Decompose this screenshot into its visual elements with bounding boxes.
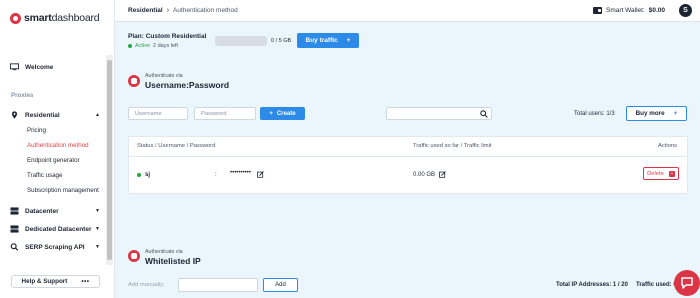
plan-title: Plan: Custom Residential [128, 33, 207, 40]
sidebar-scrollbar[interactable] [106, 55, 113, 265]
monitor-icon [10, 63, 19, 71]
user-username: sj [145, 172, 151, 178]
buy-more-button[interactable]: Buy more + [626, 106, 687, 121]
buy-more-label: Buy more [635, 110, 665, 117]
logo-icon [10, 12, 21, 24]
total-ip-addresses: Total IP Addresses: 1 / 20 [556, 282, 628, 288]
user-traffic: 0.00 GB [413, 172, 436, 178]
nav-sub-traffic-usage[interactable]: Traffic usage [27, 172, 62, 179]
avatar[interactable]: S [679, 4, 692, 17]
traffic-progress-bar [215, 36, 267, 46]
nav-datacenter-label: Datacenter [25, 207, 59, 215]
plan-days-left: 2 days left [152, 43, 179, 49]
search-icon [10, 243, 19, 251]
plan-status: Active 2 days left [128, 43, 178, 49]
logo[interactable]: smartdashboard [10, 12, 100, 24]
add-manually-label: Add manually: [128, 282, 165, 288]
more-icon: ••• [81, 278, 90, 285]
smart-wallet[interactable]: Smart Wallet: $0.00 [593, 7, 665, 14]
delete-label: Delete [647, 170, 664, 177]
chevron-down-icon[interactable]: ▼ [95, 208, 100, 214]
auth-via-label: Authenticate via [145, 249, 183, 255]
username-input[interactable]: Username [128, 107, 188, 120]
status-dot [137, 173, 141, 177]
nav-serp-label: SERP Scraping API [25, 243, 85, 251]
search-icon [480, 110, 488, 118]
search-input[interactable] [386, 107, 492, 120]
traffic-usage-text: 0 / 5 GB [271, 38, 292, 44]
create-label: Create [276, 110, 296, 117]
nav-serp-scraping-api[interactable]: SERP Scraping API [10, 243, 85, 251]
nav-residential-label: Residential [25, 111, 60, 119]
nav-section-proxies: Proxies [11, 92, 34, 99]
column-header-actions: Actions [658, 143, 678, 149]
nav-residential[interactable]: Residential [10, 111, 60, 119]
ip-address-input[interactable] [178, 278, 258, 292]
server-icon [10, 225, 19, 233]
user-password: •••••••••• [230, 170, 252, 176]
nav-dedicated-datacenter-label: Dedicated Datacenter [25, 225, 92, 233]
buy-traffic-label: Buy traffic [305, 37, 338, 44]
plus-icon: + [269, 110, 273, 117]
auth-method-title: Username:Password [145, 80, 230, 90]
logo-text: smartdashboard [24, 12, 100, 24]
chat-icon [681, 277, 693, 289]
server-icon [10, 207, 19, 215]
wallet-icon [593, 7, 602, 14]
help-support-label: Help & Support [21, 278, 68, 285]
divider [129, 156, 687, 157]
delete-user-button[interactable]: Delete × [643, 167, 679, 180]
location-pin-icon [11, 111, 18, 119]
key-icon [128, 75, 140, 87]
wallet-label: Smart Wallet: [606, 7, 645, 14]
plus-icon: + [346, 37, 351, 44]
topbar: Residential › Authentication method Smar… [115, 0, 700, 22]
buy-traffic-button[interactable]: Buy traffic + [297, 33, 359, 48]
total-users: Total users: 1/3 [574, 111, 615, 117]
edit-icon[interactable] [439, 171, 446, 178]
auth-via-label: Authenticate via [145, 73, 183, 79]
nav-welcome-label: Welcome [25, 63, 54, 71]
wallet-value: $0.00 [648, 7, 666, 14]
nav-sub-subscription-management[interactable]: Subscription management [27, 187, 99, 194]
plan-status-active: Active [135, 43, 150, 49]
create-user-button[interactable]: + Create [260, 107, 305, 120]
breadcrumb-residential[interactable]: Residential [128, 7, 163, 14]
shield-icon [128, 250, 140, 262]
column-header-status: Status / Username / Password [137, 143, 216, 149]
chevron-up-icon[interactable]: ▲ [95, 112, 100, 118]
nav-sub-endpoint-generator[interactable]: Endpoint generator [27, 157, 80, 164]
close-icon: × [668, 170, 675, 177]
scrollbar-thumb[interactable] [107, 60, 112, 260]
nav-dedicated-datacenter[interactable]: Dedicated Datacenter [10, 225, 91, 233]
sidebar: smartdashboard Welcome Proxies Residenti… [0, 0, 115, 298]
nav-sub-pricing[interactable]: Pricing [27, 127, 46, 134]
chevron-down-icon[interactable]: ▼ [95, 244, 100, 250]
chevron-down-icon[interactable]: ▼ [95, 226, 100, 232]
username-password-separator: : [215, 172, 217, 178]
chat-button[interactable] [674, 270, 700, 296]
status-dot [128, 44, 132, 48]
nav-datacenter[interactable]: Datacenter [10, 207, 59, 215]
add-ip-button[interactable]: Add [263, 278, 298, 292]
chevron-right-icon: › [166, 7, 170, 14]
users-table: Status / Username / Password Traffic use… [128, 136, 688, 194]
breadcrumb-current: Authentication method [173, 7, 238, 14]
edit-icon[interactable] [257, 171, 264, 178]
nav-welcome[interactable]: Welcome [10, 63, 53, 71]
plus-icon: + [673, 110, 678, 117]
password-input[interactable]: Password [194, 107, 256, 120]
help-support-button[interactable]: Help & Support ••• [11, 275, 100, 288]
auth-method-title: Whitelisted IP [145, 256, 201, 266]
nav-sub-authentication-method[interactable]: Authentication method [27, 142, 89, 149]
traffic-used: Traffic used: 0 [636, 282, 677, 288]
column-header-traffic: Traffic used so far / Traffic limit [413, 143, 492, 149]
breadcrumb: Residential › Authentication method [128, 7, 238, 14]
